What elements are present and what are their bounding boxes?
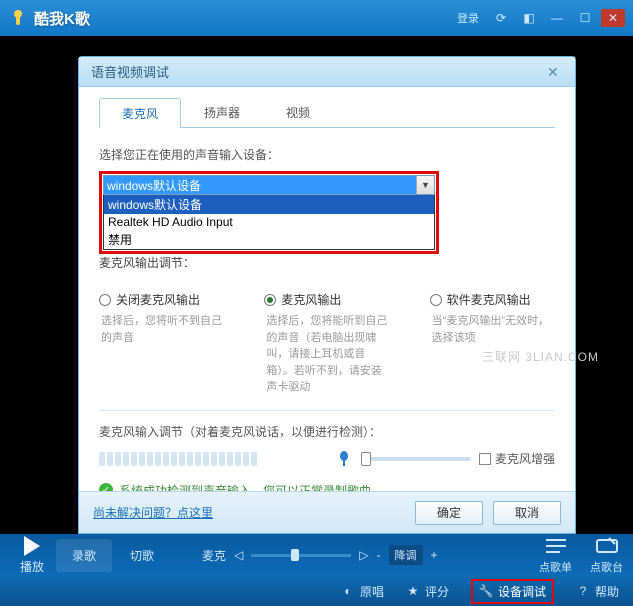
watermark: 三联网 3LIAN.COM (482, 348, 599, 365)
chevron-down-icon[interactable]: ▼ (416, 176, 434, 194)
key-down-button[interactable]: - (377, 548, 381, 562)
audio-input-device-combo[interactable]: windows默认设备 ▼ (103, 175, 435, 195)
refresh-icon[interactable]: ⟳ (489, 9, 513, 27)
dialog-close-icon[interactable]: ✕ (547, 64, 563, 80)
score-button[interactable]: ★ 评分 (406, 583, 449, 600)
key-label: 降调 (389, 545, 423, 565)
device-select-label: 选择您正在使用的声音输入设备： (99, 146, 555, 163)
dialog-title: 语音视频调试 (91, 62, 169, 81)
radio-desc: 选择后，您将听不到自己的声音 (99, 313, 224, 346)
play-button[interactable]: 播放 (10, 536, 54, 575)
titlebar: 酷我K歌 登录 ⟳ ◧ — ☐ ✕ (0, 0, 633, 36)
help-button[interactable]: ? 帮助 (576, 583, 619, 600)
play-icon (24, 536, 40, 556)
original-vocal-button[interactable]: ◐ 原唱 (341, 583, 384, 600)
songdesk-button[interactable]: 点歌台 (590, 536, 623, 575)
app-logo-icon (8, 8, 28, 28)
radio-label: 关闭麦克风输出 (116, 291, 200, 308)
audio-video-debug-dialog: 语音视频调试 ✕ 麦克风 扬声器 视频 选择您正在使用的声音输入设备： wind… (78, 56, 576, 534)
combo-selected-text: windows默认设备 (107, 177, 201, 194)
dialog-footer: 尚未解决问题？点这里 确定 取消 (79, 491, 575, 533)
mic-output-radios: 关闭麦克风输出 选择后，您将听不到自己的声音 麦克风输出 选择后，您将能听到自己… (99, 291, 555, 396)
disc-icon: ◐ (341, 584, 355, 598)
dialog-header: 语音视频调试 ✕ (79, 57, 575, 87)
app-title: 酷我K歌 (34, 8, 90, 29)
vol-down-icon[interactable]: ◁ (234, 548, 243, 562)
mic-volume-slider[interactable] (361, 457, 471, 461)
radio-label: 软件麦克风输出 (447, 291, 531, 308)
mic-input-label: 麦克风输入调节（对着麦克风说话，以便进行检测）： (99, 423, 555, 440)
maximize-icon[interactable]: ☐ (573, 9, 597, 27)
star-icon: ★ (406, 584, 420, 598)
tab-microphone[interactable]: 麦克风 (99, 98, 181, 128)
microphone-icon (335, 450, 353, 468)
tab-speaker[interactable]: 扬声器 (181, 97, 263, 127)
songlist-button[interactable]: 点歌单 (539, 536, 572, 575)
vol-up-icon[interactable]: ▷ (359, 548, 368, 562)
cut-tab[interactable]: 切歌 (114, 539, 170, 572)
mic-boost-label: 麦克风增强 (495, 450, 555, 467)
combo-dropdown-list: windows默认设备 Realtek HD Audio Input 禁用 (103, 195, 435, 250)
radio-desc: 当“麦克风输出”无效时，选择该项 (430, 313, 555, 346)
list-icon (544, 536, 568, 556)
wrench-icon: 🔧 (479, 584, 493, 598)
device-debug-button[interactable]: 🔧 设备调试 (471, 579, 554, 604)
radio-label: 麦克风输出 (281, 291, 341, 308)
combo-option[interactable]: Realtek HD Audio Input (104, 214, 434, 230)
radio-mic-on[interactable] (264, 294, 276, 306)
desk-icon (595, 536, 619, 556)
play-label: 播放 (20, 558, 44, 575)
radio-mic-off[interactable] (99, 294, 111, 306)
main-content: 语音视频调试 ✕ 麦克风 扬声器 视频 选择您正在使用的声音输入设备： wind… (0, 36, 633, 534)
record-tab[interactable]: 录歌 (56, 539, 112, 572)
combo-option[interactable]: 禁用 (104, 230, 434, 249)
cancel-button[interactable]: 取消 (493, 501, 561, 525)
songlist-label: 点歌单 (539, 559, 572, 575)
skin-icon[interactable]: ◧ (517, 9, 541, 27)
mic-boost-checkbox[interactable] (479, 453, 491, 465)
radio-desc: 选择后，您将能听到自己的声音（若电脑出现啸叫，请接上耳机或音箱）。若听不到，请安… (264, 313, 389, 396)
mic-level-meter (99, 452, 327, 466)
radio-mic-soft[interactable] (430, 294, 442, 306)
songdesk-label: 点歌台 (590, 559, 623, 575)
help-link[interactable]: 尚未解决问题？点这里 (93, 504, 213, 521)
slider-thumb[interactable] (291, 549, 299, 561)
ok-button[interactable]: 确定 (415, 501, 483, 525)
combo-option[interactable]: windows默认设备 (104, 195, 434, 214)
minimize-icon[interactable]: — (545, 9, 569, 27)
dialog-tabs: 麦克风 扬声器 视频 (99, 97, 555, 128)
tab-video[interactable]: 视频 (263, 97, 333, 127)
question-icon: ? (576, 584, 590, 598)
divider (99, 410, 555, 411)
slider-thumb[interactable] (361, 452, 371, 466)
hidden-section-label: 麦克风输出调节： (99, 254, 555, 271)
key-up-button[interactable]: + (431, 548, 438, 562)
highlight-box: windows默认设备 ▼ windows默认设备 Realtek HD Aud… (99, 171, 439, 254)
close-icon[interactable]: ✕ (601, 9, 625, 27)
login-link[interactable]: 登录 (457, 10, 479, 26)
mic-label: 麦克 (202, 547, 226, 564)
mic-mini-slider[interactable] (251, 554, 351, 557)
bottom-toolbar: 播放 录歌 切歌 麦克 ◁ ▷ - 降调 + 点歌单 点歌台 ◐ 原唱 (0, 534, 633, 606)
